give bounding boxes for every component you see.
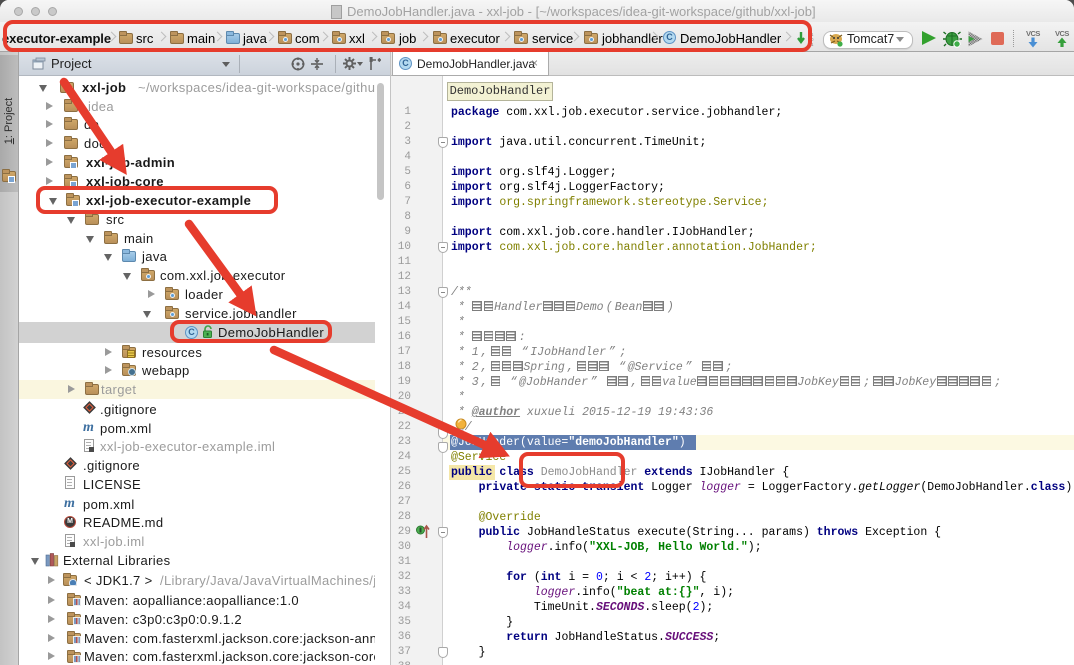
svg-text:VCS: VCS: [1055, 29, 1069, 38]
svg-text:VCS: VCS: [1026, 29, 1040, 38]
